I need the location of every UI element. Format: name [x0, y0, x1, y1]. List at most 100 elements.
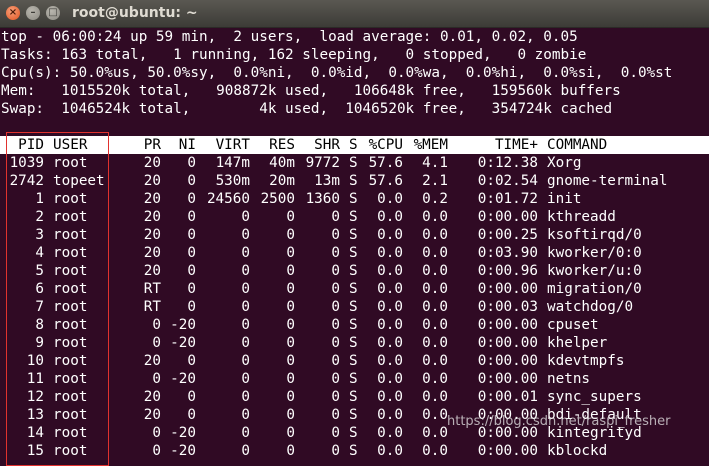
cell-mem: 0.0	[422, 371, 448, 387]
column-header-ni: NI	[178, 137, 196, 153]
cell-pr: 20	[143, 389, 161, 405]
cell-s: S	[349, 425, 358, 441]
cell-s: S	[349, 353, 358, 369]
cell-cpu: 0.0	[377, 317, 403, 333]
cell-time: 0:00.96	[477, 263, 538, 279]
cell-command: gnome-terminal	[547, 173, 668, 189]
cell-time: 0:00.00	[477, 371, 538, 387]
cell-ni: 0	[187, 353, 196, 369]
cell-command: netns	[547, 371, 591, 387]
cell-pr: RT	[143, 299, 161, 315]
cell-ni: 0	[187, 173, 196, 189]
cell-shr: 0	[331, 443, 340, 459]
pid-user-highlight-box	[6, 132, 109, 466]
cell-res: 0	[286, 389, 295, 405]
cell-shr: 13m	[314, 173, 340, 189]
cell-time: 0:02.54	[477, 173, 538, 189]
cell-s: S	[349, 317, 358, 333]
cell-res: 0	[286, 335, 295, 351]
cell-s: S	[349, 155, 358, 171]
cell-pr: 20	[143, 191, 161, 207]
cell-shr: 0	[331, 281, 340, 297]
cell-mem: 0.0	[422, 353, 448, 369]
cell-s: S	[349, 281, 358, 297]
cell-virt: 0	[241, 425, 250, 441]
cell-virt: 0	[241, 263, 250, 279]
cell-s: S	[349, 371, 358, 387]
cell-cpu: 0.0	[377, 245, 403, 261]
cell-shr: 0	[331, 317, 340, 333]
cell-cpu: 0.0	[377, 227, 403, 243]
window-titlebar[interactable]: × – □ root@ubuntu: ~	[0, 0, 709, 28]
cell-res: 0	[286, 245, 295, 261]
cell-res: 0	[286, 299, 295, 315]
cell-command: khelper	[547, 335, 608, 351]
cell-ni: 0	[187, 209, 196, 225]
cell-res: 20m	[269, 173, 295, 189]
cell-command: kthreadd	[547, 209, 616, 225]
cell-ni: -20	[170, 371, 196, 387]
cell-pr: 20	[143, 155, 161, 171]
cell-shr: 1360	[305, 191, 340, 207]
cell-time: 0:00.00	[477, 317, 538, 333]
maximize-icon[interactable]: □	[46, 6, 60, 20]
cell-mem: 4.1	[422, 155, 448, 171]
cell-res: 0	[286, 407, 295, 423]
cell-cpu: 0.0	[377, 443, 403, 459]
cell-res: 0	[286, 443, 295, 459]
cell-pr: 20	[143, 173, 161, 189]
cell-virt: 0	[241, 371, 250, 387]
cell-mem: 0.0	[422, 407, 448, 423]
minimize-icon[interactable]: –	[26, 6, 40, 20]
column-header-shr: SHR	[314, 137, 340, 153]
cell-command: kblockd	[547, 443, 608, 459]
column-header-cpu: %CPU	[368, 137, 403, 153]
cell-command: migration/0	[547, 281, 642, 297]
cell-shr: 0	[331, 227, 340, 243]
cell-res: 0	[286, 317, 295, 333]
cell-virt: 0	[241, 281, 250, 297]
cell-virt: 0	[241, 443, 250, 459]
cell-s: S	[349, 443, 358, 459]
cell-pr: 20	[143, 353, 161, 369]
window-title: root@ubuntu: ~	[72, 5, 198, 21]
cell-ni: 0	[187, 281, 196, 297]
terminal-area[interactable]: top - 06:00:24 up 59 min, 2 users, load …	[0, 28, 709, 466]
cell-virt: 0	[241, 227, 250, 243]
cell-virt: 530m	[215, 173, 250, 189]
cell-virt: 147m	[215, 155, 250, 171]
cell-shr: 9772	[305, 155, 340, 171]
cell-pr: 20	[143, 245, 161, 261]
cell-time: 0:00.00	[477, 353, 538, 369]
cell-s: S	[349, 173, 358, 189]
cell-mem: 0.0	[422, 443, 448, 459]
close-icon[interactable]: ×	[6, 6, 20, 20]
cell-mem: 0.0	[422, 209, 448, 225]
cell-cpu: 0.0	[377, 425, 403, 441]
cell-s: S	[349, 245, 358, 261]
cell-time: 0:00.00	[477, 443, 538, 459]
cell-ni: 0	[187, 227, 196, 243]
cell-time: 0:00.00	[477, 209, 538, 225]
column-header-s: S	[349, 137, 358, 153]
cell-virt: 0	[241, 353, 250, 369]
cell-cpu: 0.0	[377, 263, 403, 279]
cell-res: 2500	[260, 191, 295, 207]
cell-ni: 0	[187, 155, 196, 171]
cell-mem: 0.2	[422, 191, 448, 207]
cell-cpu: 0.0	[377, 209, 403, 225]
summary-line-cpu: Cpu(s): 50.0%us, 50.0%sy, 0.0%ni, 0.0%id…	[1, 65, 673, 81]
cell-cpu: 57.6	[368, 155, 403, 171]
cell-s: S	[349, 335, 358, 351]
cell-cpu: 0.0	[377, 353, 403, 369]
cell-res: 40m	[269, 155, 295, 171]
cell-command: cpuset	[547, 317, 599, 333]
cell-pr: 20	[143, 227, 161, 243]
cell-virt: 0	[241, 317, 250, 333]
cell-command: watchdog/0	[547, 299, 634, 315]
cell-res: 0	[286, 353, 295, 369]
summary-line-uptime: top - 06:00:24 up 59 min, 2 users, load …	[1, 29, 578, 45]
cell-res: 0	[286, 263, 295, 279]
cell-cpu: 57.6	[368, 173, 403, 189]
cell-res: 0	[286, 209, 295, 225]
